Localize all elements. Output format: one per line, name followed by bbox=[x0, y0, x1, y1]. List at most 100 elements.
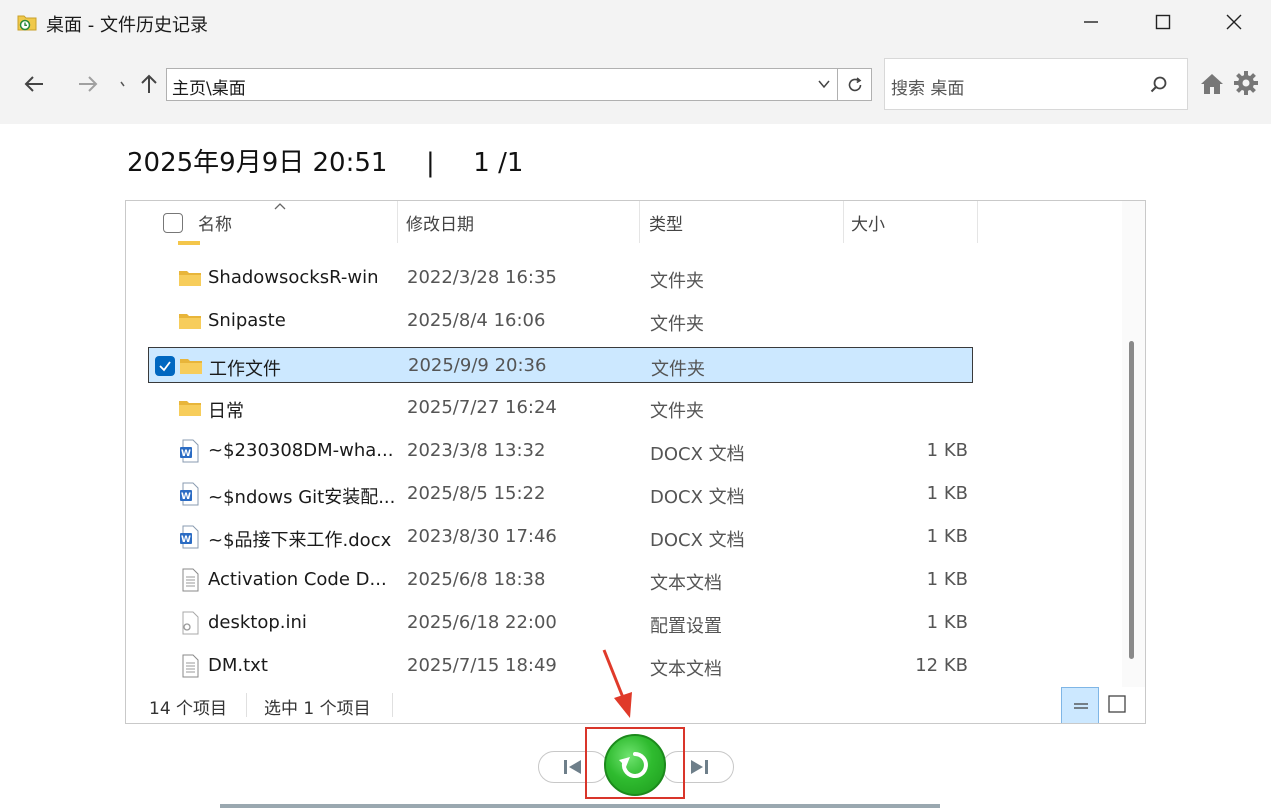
file-row[interactable]: 工作文件 2025/9/9 20:36 文件夹 bbox=[148, 347, 973, 383]
snapshot-datetime: 2025年9月9日 20:51 bbox=[127, 148, 388, 178]
file-size: 1 KB bbox=[926, 526, 968, 547]
search-icon[interactable] bbox=[1149, 75, 1169, 95]
folder-icon bbox=[179, 354, 203, 378]
forward-button[interactable] bbox=[73, 69, 103, 99]
folder-icon bbox=[178, 396, 202, 420]
back-button[interactable] bbox=[19, 69, 49, 99]
arrow-right-icon bbox=[79, 76, 98, 92]
gear-icon bbox=[1234, 71, 1258, 95]
select-all-checkbox[interactable] bbox=[163, 213, 183, 233]
column-divider[interactable] bbox=[639, 201, 640, 243]
file-type: DOCX 文档 bbox=[650, 530, 745, 551]
file-name: Snipaste bbox=[208, 310, 286, 331]
row-checkbox[interactable] bbox=[155, 356, 175, 376]
file-history-window: 桌面 - 文件历史记录 主页\桌面 搜索 桌面 2025年9月9日 20:51 … bbox=[0, 0, 1271, 808]
file-type: 文件夹 bbox=[650, 401, 704, 422]
details-view-button[interactable] bbox=[1061, 687, 1099, 723]
file-list-panel: 名称 修改日期 类型 大小 ShadowsocksR-win 2022/3/28 … bbox=[125, 200, 1146, 724]
vertical-scrollbar[interactable] bbox=[1122, 201, 1145, 691]
file-row[interactable]: Activation Code D... 2025/6/8 18:38 文本文档 1 … bbox=[148, 562, 973, 598]
scrollbar-thumb[interactable] bbox=[1129, 341, 1134, 659]
file-date: 2023/8/30 17:46 bbox=[407, 526, 557, 547]
close-button[interactable] bbox=[1198, 0, 1270, 44]
column-divider[interactable] bbox=[843, 201, 844, 243]
file-date: 2025/7/27 16:24 bbox=[407, 397, 557, 418]
settings-file-icon bbox=[178, 611, 202, 635]
text-file-icon bbox=[178, 654, 202, 678]
file-type: 文件夹 bbox=[651, 359, 705, 380]
file-name: ~$品接下来工作.docx bbox=[208, 530, 392, 551]
word-doc-icon: W bbox=[178, 482, 202, 506]
home-icon bbox=[1201, 74, 1223, 94]
file-size: 1 KB bbox=[926, 569, 968, 590]
status-divider bbox=[246, 693, 247, 717]
file-date: 2025/6/8 18:38 bbox=[407, 569, 546, 590]
recent-locations-button[interactable] bbox=[116, 69, 132, 99]
address-bar[interactable]: 主页\桌面 bbox=[166, 68, 838, 101]
folder-icon bbox=[178, 309, 202, 333]
title-bar: 桌面 - 文件历史记录 bbox=[0, 0, 1271, 44]
file-size: 1 KB bbox=[926, 612, 968, 633]
file-type: 文本文档 bbox=[650, 659, 722, 680]
file-name: Activation Code D... bbox=[208, 569, 387, 590]
file-date: 2025/6/18 22:00 bbox=[407, 612, 557, 633]
file-name: DM.txt bbox=[208, 655, 268, 676]
file-row[interactable]: ShadowsocksR-win 2022/3/28 16:35 文件夹 bbox=[148, 260, 973, 296]
search-input[interactable]: 搜索 桌面 bbox=[891, 74, 964, 99]
file-name: ShadowsocksR-win bbox=[208, 267, 379, 288]
column-divider[interactable] bbox=[977, 201, 978, 243]
snapshot-page: 1 /1 bbox=[473, 148, 524, 178]
refresh-icon bbox=[848, 76, 861, 91]
check-icon bbox=[159, 361, 171, 372]
file-type: 文本文档 bbox=[650, 573, 722, 594]
column-header-type[interactable]: 类型 bbox=[649, 201, 683, 243]
snapshot-header: 2025年9月9日 20:51 | 1 /1 bbox=[127, 142, 523, 179]
status-divider bbox=[392, 693, 393, 717]
settings-button[interactable] bbox=[1231, 68, 1261, 98]
column-header-size[interactable]: 大小 bbox=[851, 201, 885, 243]
skip-next-icon bbox=[691, 760, 708, 774]
file-date: 2025/8/4 16:06 bbox=[407, 310, 546, 331]
column-divider[interactable] bbox=[397, 201, 398, 243]
svg-text:W: W bbox=[181, 492, 191, 502]
bottom-border bbox=[220, 804, 940, 808]
file-type: 文件夹 bbox=[650, 271, 704, 292]
up-button[interactable] bbox=[134, 69, 164, 99]
word-doc-icon: W bbox=[178, 525, 202, 549]
file-row[interactable]: W ~$230308DM-wha... 2023/3/8 13:32 DOCX 文档 1… bbox=[148, 433, 973, 469]
file-row[interactable]: desktop.ini 2025/6/18 22:00 配置设置 1 KB bbox=[148, 605, 973, 641]
file-type: 配置设置 bbox=[650, 616, 722, 637]
maximize-button[interactable] bbox=[1127, 0, 1199, 44]
file-type: DOCX 文档 bbox=[650, 444, 745, 465]
home-button[interactable] bbox=[1197, 69, 1227, 99]
chevron-down-icon[interactable] bbox=[817, 77, 831, 91]
file-row[interactable]: 日常 2025/7/27 16:24 文件夹 bbox=[148, 390, 973, 426]
annotation-highlight-box bbox=[585, 727, 685, 799]
file-size: 12 KB bbox=[915, 655, 968, 676]
file-name: desktop.ini bbox=[208, 612, 307, 633]
minimize-button[interactable] bbox=[1055, 0, 1127, 44]
file-name: 日常 bbox=[208, 401, 244, 422]
item-count: 14 个项目 bbox=[149, 699, 228, 719]
svg-text:W: W bbox=[181, 535, 191, 545]
file-date: 2022/3/28 16:35 bbox=[407, 267, 557, 288]
file-name: ~$ndows Git安装配... bbox=[208, 487, 396, 508]
address-path: 主页\桌面 bbox=[172, 79, 246, 99]
status-bar: 14 个项目 选中 1 个项目 bbox=[126, 687, 1145, 723]
column-header-name[interactable]: 名称 bbox=[198, 201, 232, 243]
file-row[interactable]: DM.txt 2025/7/15 18:49 文本文档 12 KB bbox=[148, 648, 973, 684]
search-box[interactable]: 搜索 桌面 bbox=[884, 58, 1188, 110]
folder-history-icon bbox=[17, 15, 37, 31]
file-date: 2025/8/5 15:22 bbox=[407, 483, 546, 504]
file-type: 文件夹 bbox=[650, 314, 704, 335]
file-size: 1 KB bbox=[926, 483, 968, 504]
file-row[interactable]: Snipaste 2025/8/4 16:06 文件夹 bbox=[148, 303, 973, 339]
file-row[interactable]: W ~$ndows Git安装配... 2025/8/5 15:22 DOCX 文档 1… bbox=[148, 476, 973, 512]
snapshot-separator: | bbox=[425, 148, 435, 178]
sort-ascending-icon bbox=[274, 203, 286, 210]
large-icons-view-button[interactable] bbox=[1104, 687, 1142, 723]
refresh-button[interactable] bbox=[838, 68, 872, 101]
file-row[interactable]: W ~$品接下来工作.docx 2023/8/30 17:46 DOCX 文档 1 KB bbox=[148, 519, 973, 555]
column-header-date[interactable]: 修改日期 bbox=[406, 201, 474, 243]
file-size: 1 KB bbox=[926, 440, 968, 461]
